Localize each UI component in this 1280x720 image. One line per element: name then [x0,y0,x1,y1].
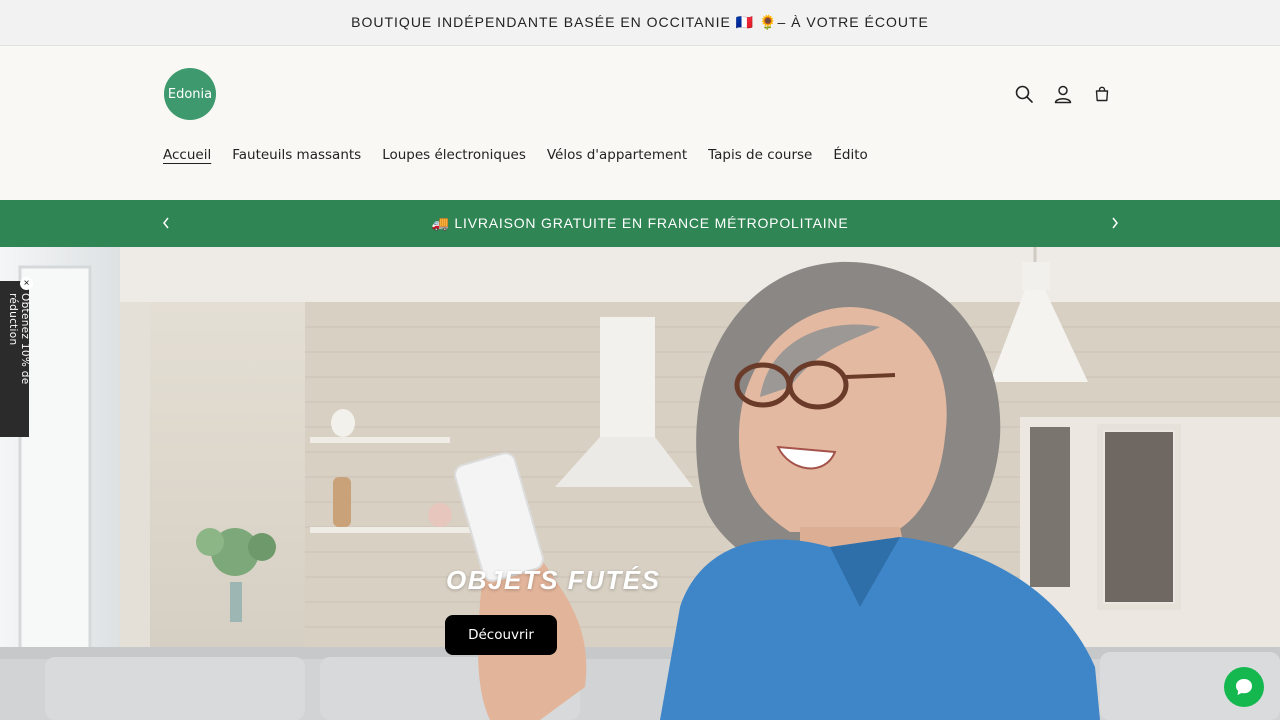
promo-bar: 🚚 LIVRAISON GRATUITE EN FRANCE MÉTROPOLI… [0,200,1280,247]
nav-item-edito[interactable]: Édito [833,146,867,164]
chat-bubble-icon[interactable] [1224,667,1264,707]
hero-image [0,247,1280,720]
logo[interactable]: Edonia [164,68,216,120]
main-nav: Accueil Fauteuils massants Loupes électr… [163,146,868,164]
logo-text: Edonia [167,86,213,102]
chevron-right-icon[interactable] [1107,215,1123,231]
nav-item-accueil[interactable]: Accueil [163,146,211,164]
site-header: Edonia Accueil Fauteuils massants Loupes… [0,47,1280,200]
cart-icon[interactable] [1089,81,1115,107]
discover-button[interactable]: Découvrir [445,615,557,655]
discount-tab-label: Obtenez 10% de réduction [7,293,31,385]
account-icon[interactable] [1050,81,1076,107]
nav-item-loupes-electroniques[interactable]: Loupes électroniques [382,146,526,164]
announcement-bar: BOUTIQUE INDÉPENDANTE BASÉE EN OCCITANIE… [0,0,1280,46]
search-icon[interactable] [1011,81,1037,107]
hero-title: OBJETS FUTÉS [446,565,661,595]
announcement-text: BOUTIQUE INDÉPENDANTE BASÉE EN OCCITANIE… [351,14,929,30]
nav-item-velos-appartement[interactable]: Vélos d'appartement [547,146,687,164]
nav-item-fauteuils-massants[interactable]: Fauteuils massants [232,146,361,164]
nav-item-tapis-de-course[interactable]: Tapis de course [708,146,812,164]
hero-banner: OBJETS FUTÉS Découvrir [0,247,1280,720]
chevron-left-icon[interactable] [158,215,174,231]
close-icon[interactable]: × [20,277,33,290]
promo-text: 🚚 LIVRAISON GRATUITE EN FRANCE MÉTROPOLI… [431,215,849,231]
discount-tab[interactable]: Obtenez 10% de réduction [0,281,31,437]
